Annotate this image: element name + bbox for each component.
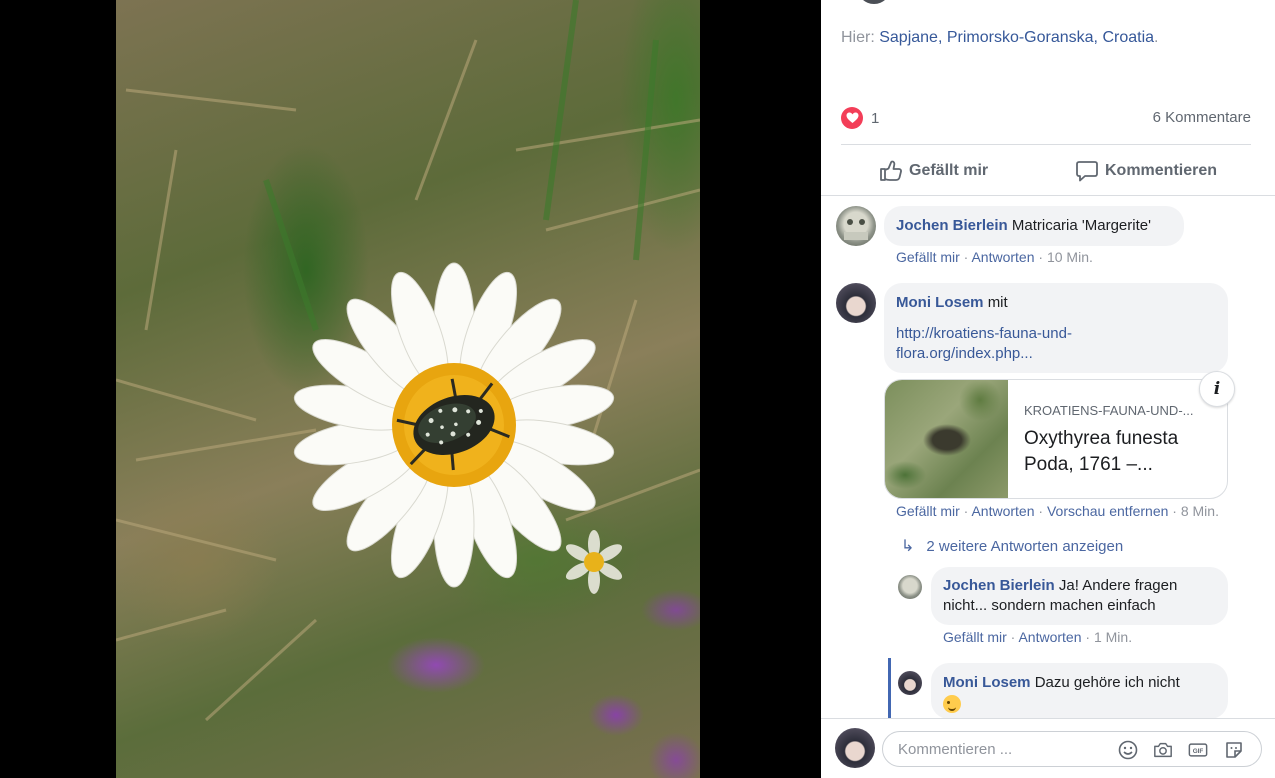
- reply-text: Dazu gehöre ich nicht: [1034, 674, 1180, 691]
- current-user-avatar[interactable]: [835, 728, 875, 768]
- reply-time[interactable]: 1 Min.: [1094, 629, 1132, 645]
- remove-preview-link[interactable]: Vorschau entfernen: [1047, 503, 1168, 519]
- reply-bubble: Moni Losem Dazu gehöre ich nicht: [931, 663, 1228, 719]
- comment-like-link[interactable]: Gefällt mir: [896, 249, 960, 265]
- like-button[interactable]: Gefällt mir: [879, 156, 988, 186]
- comment-url-link[interactable]: http://kroatiens-fauna-und-flora.org/ind…: [896, 325, 1072, 362]
- link-preview-domain: KROATIENS-FAUNA-UND-...: [1024, 403, 1194, 418]
- reply-author[interactable]: Moni Losem: [943, 674, 1031, 691]
- winking-face-emoji-icon: [943, 695, 961, 714]
- more-replies-link[interactable]: ↳ 2 weitere Antworten anzeigen: [901, 536, 1123, 556]
- link-preview-card[interactable]: KROATIENS-FAUNA-UND-... Oxythyrea funest…: [884, 379, 1228, 499]
- reply-author[interactable]: Jochen Bierlein: [943, 577, 1055, 594]
- commenter-avatar[interactable]: [836, 283, 876, 323]
- reaction-count: 1: [871, 109, 880, 127]
- comment-count-link[interactable]: 6 Kommentare: [1153, 109, 1251, 126]
- info-icon[interactable]: i: [1199, 371, 1235, 407]
- divider: [821, 195, 1275, 196]
- comment-reply-link[interactable]: Antworten: [971, 249, 1034, 265]
- more-replies-label: 2 weitere Antworten anzeigen: [926, 537, 1124, 555]
- commenter-avatar[interactable]: [836, 206, 876, 246]
- emoji-icon[interactable]: [1118, 740, 1138, 760]
- comment-author[interactable]: Moni Losem: [896, 294, 984, 311]
- comment-time[interactable]: 10 Min.: [1047, 249, 1093, 265]
- reply-avatar[interactable]: [898, 575, 922, 599]
- speech-bubble-icon: [1076, 161, 1098, 182]
- comment-url-line-2: flora.org/index.php...: [896, 345, 1033, 362]
- comment-text: mit: [987, 294, 1008, 311]
- link-preview-thumbnail: [885, 380, 1008, 498]
- comment-author[interactable]: Jochen Bierlein: [896, 217, 1008, 234]
- photo-scene: [116, 0, 700, 722]
- photo-viewer: [0, 0, 821, 778]
- location-prefix: Hier:: [841, 29, 880, 46]
- comment-input[interactable]: [898, 732, 1108, 766]
- post-photo[interactable]: [116, 0, 700, 778]
- thumbs-up-icon: [880, 160, 902, 181]
- comment-composer: GIF: [821, 718, 1275, 778]
- comment-bubble: Jochen Bierlein Matricaria 'Margerite': [884, 206, 1184, 246]
- like-button-label: Gefällt mir: [909, 162, 989, 179]
- comment-like-link[interactable]: Gefällt mir: [896, 503, 960, 519]
- comment-time[interactable]: 8 Min.: [1181, 503, 1219, 519]
- comment-bubble: Moni Losem mit http://kroatiens-fauna-un…: [884, 283, 1228, 373]
- comment-input-box[interactable]: GIF: [882, 731, 1262, 767]
- reply-avatar[interactable]: [898, 671, 922, 695]
- reply-reply-link[interactable]: Antworten: [1018, 629, 1081, 645]
- link-preview-title: Oxythyrea funesta Poda, 1761 –...: [1024, 428, 1179, 475]
- divider: [841, 144, 1251, 145]
- reply-bubble: Jochen Bierlein Ja! Andere fragen nicht.…: [931, 567, 1228, 625]
- comment-text: Matricaria 'Margerite': [1011, 217, 1151, 234]
- location-link[interactable]: Sapjane, Primorsko-Goranska, Croatia: [879, 29, 1154, 46]
- new-reply-indicator: [888, 658, 891, 718]
- comment-button[interactable]: Kommentieren: [1075, 156, 1217, 186]
- reply-like-link[interactable]: Gefällt mir: [943, 629, 1007, 645]
- post-side-panel: Hier: Sapjane, Primorsko-Goranska, Croat…: [821, 0, 1275, 778]
- comment-url-line-1: http://kroatiens-fauna-und-: [896, 325, 1072, 342]
- gif-icon[interactable]: GIF: [1188, 740, 1208, 760]
- heart-reaction-icon: [841, 107, 863, 129]
- daisy-flower: [293, 262, 615, 588]
- poster-avatar[interactable]: [857, 0, 891, 4]
- gif-label: GIF: [1193, 748, 1204, 755]
- location-line: Hier: Sapjane, Primorsko-Goranska, Croat…: [841, 29, 1158, 47]
- comment-reply-link[interactable]: Antworten: [971, 503, 1034, 519]
- comment-meta: Gefällt mir · Antworten · 10 Min.: [896, 249, 1093, 265]
- reply-arrow-icon: ↳: [901, 538, 915, 555]
- reply-meta: Gefällt mir · Antworten · 1 Min.: [943, 629, 1133, 645]
- sticker-icon[interactable]: [1224, 740, 1244, 760]
- location-suffix: .: [1154, 29, 1159, 46]
- comment-meta: Gefällt mir · Antworten · Vorschau entfe…: [896, 503, 1219, 519]
- comment-button-label: Kommentieren: [1105, 162, 1218, 179]
- camera-icon[interactable]: [1153, 740, 1173, 760]
- reactions-summary[interactable]: 1: [841, 107, 879, 129]
